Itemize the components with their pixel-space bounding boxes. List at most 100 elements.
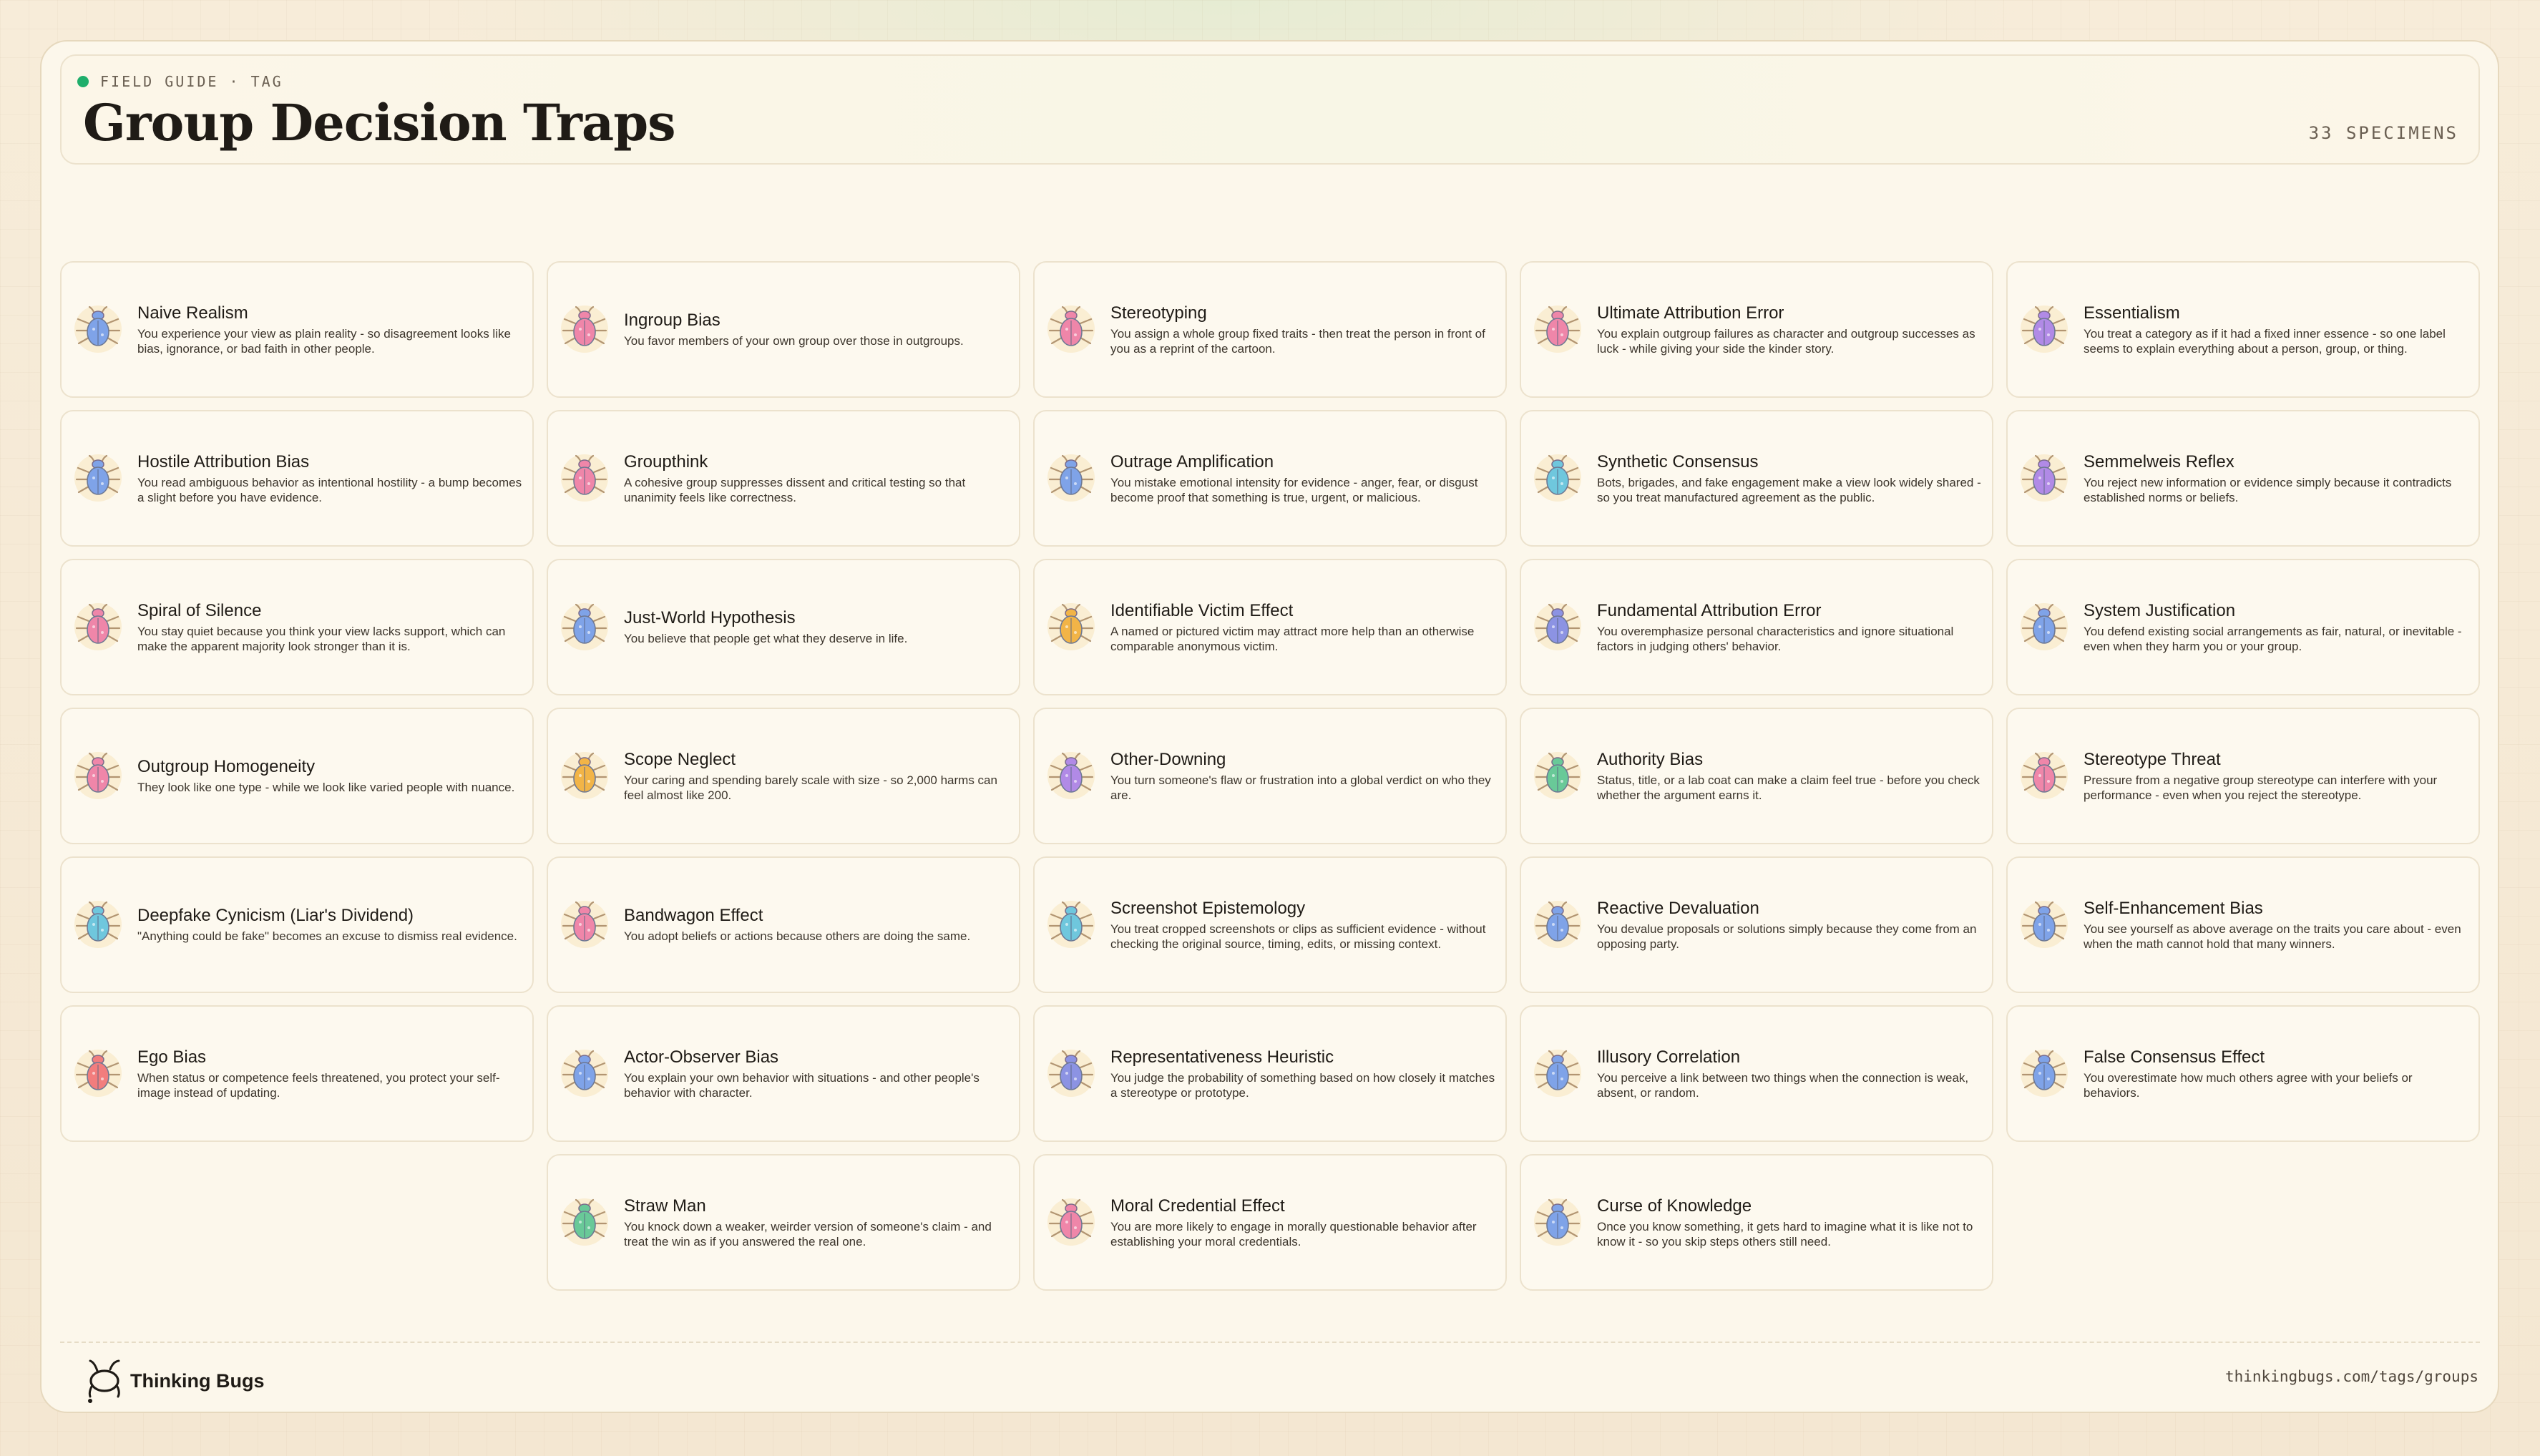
bug-icon	[558, 600, 611, 653]
specimen-card[interactable]: Actor-Observer Bias You explain your own …	[547, 1005, 1020, 1142]
bug-icon	[2018, 302, 2071, 355]
card-title: Stereotype Threat	[2084, 749, 2221, 769]
card-text: Authority Bias Status, title, or a lab co…	[1597, 709, 1983, 843]
bug-icon	[2018, 600, 2071, 653]
card-description: Your caring and spending barely scale wi…	[624, 773, 997, 802]
card-title: Synthetic Consensus	[1597, 451, 1759, 472]
page-url-link[interactable]: thinkingbugs.com/tags/groups	[2225, 1368, 2478, 1385]
card-text: Spiral of Silence You stay quiet because …	[137, 560, 524, 694]
specimen-card[interactable]: Essentialism You treat a category as if i…	[2006, 261, 2480, 398]
card-description: They look like one type - while we look …	[137, 781, 515, 794]
card-title: Ego Bias	[137, 1047, 207, 1067]
bug-icon	[558, 748, 611, 801]
card-text: Self-Enhancement Bias You see yourself as…	[2084, 858, 2470, 992]
bug-icon	[72, 451, 124, 504]
specimen-card[interactable]: Illusory Correlation You perceive a link …	[1520, 1005, 1993, 1142]
brand-logo-link[interactable]: Thinking Bugs	[84, 1358, 264, 1404]
card-description: You read ambiguous behavior as intention…	[137, 475, 522, 504]
bug-icon	[2018, 1046, 2071, 1099]
specimen-card[interactable]: Reactive Devaluation You devalue proposal…	[1520, 856, 1993, 993]
card-grid: Naive Realism You experience your view as…	[0, 0, 2540, 1456]
specimen-card[interactable]: Self-Enhancement Bias You see yourself as…	[2006, 856, 2480, 993]
specimen-card[interactable]: Outgroup Homogeneity They look like one t…	[60, 708, 534, 844]
specimen-card[interactable]: Straw Man You knock down a weaker, weirde…	[547, 1154, 1020, 1291]
specimen-card[interactable]: Moral Credential Effect You are more like…	[1033, 1154, 1507, 1291]
card-title: Actor-Observer Bias	[624, 1047, 779, 1067]
card-title: Screenshot Epistemology	[1110, 898, 1306, 918]
card-description: You favor members of your own group over…	[624, 334, 964, 348]
card-text: Screenshot Epistemology You treat cropped…	[1110, 858, 1497, 992]
card-title: Semmelweis Reflex	[2084, 451, 2234, 472]
bug-icon	[72, 600, 124, 653]
specimen-card[interactable]: Stereotyping You assign a whole group fix…	[1033, 261, 1507, 398]
specimen-card[interactable]: Authority Bias Status, title, or a lab co…	[1520, 708, 1993, 844]
specimen-card[interactable]: Just-World Hypothesis You believe that pe…	[547, 559, 1020, 695]
card-text: Representativeness Heuristic You judge th…	[1110, 1007, 1497, 1140]
specimen-card[interactable]: Screenshot Epistemology You treat cropped…	[1033, 856, 1507, 993]
card-text: Essentialism You treat a category as if i…	[2084, 263, 2470, 396]
card-title: False Consensus Effect	[2084, 1047, 2265, 1067]
specimen-card[interactable]: False Consensus Effect You overestimate h…	[2006, 1005, 2480, 1142]
card-text: Fundamental Attribution Error You overemp…	[1597, 560, 1983, 694]
footer-divider	[60, 1342, 2480, 1343]
specimen-card[interactable]: Outrage Amplification You mistake emotion…	[1033, 410, 1507, 547]
specimen-card[interactable]: Curse of Knowledge Once you know somethin…	[1520, 1154, 1993, 1291]
specimen-card[interactable]: Naive Realism You experience your view as…	[60, 261, 534, 398]
bug-icon	[1045, 1046, 1098, 1099]
card-text: Ego Bias When status or competence feels …	[137, 1007, 524, 1140]
bug-icon	[1045, 897, 1098, 950]
card-title: Illusory Correlation	[1597, 1047, 1741, 1067]
specimen-card[interactable]: Representativeness Heuristic You judge th…	[1033, 1005, 1507, 1142]
card-description: You devalue proposals or solutions simpl…	[1597, 922, 1977, 951]
bug-icon	[72, 748, 124, 801]
bug-icon	[1531, 897, 1584, 950]
card-text: Naive Realism You experience your view as…	[137, 263, 524, 396]
specimen-card[interactable]: Stereotype Threat Pressure from a negativ…	[2006, 708, 2480, 844]
card-text: Identifiable Victim Effect A named or pic…	[1110, 560, 1497, 694]
specimen-card[interactable]: Deepfake Cynicism (Liar's Dividend) "Anyt…	[60, 856, 534, 993]
specimen-card[interactable]: Groupthink A cohesive group suppresses di…	[547, 410, 1020, 547]
card-title: Moral Credential Effect	[1110, 1196, 1285, 1216]
specimen-card[interactable]: Fundamental Attribution Error You overemp…	[1520, 559, 1993, 695]
card-description: You mistake emotional intensity for evid…	[1110, 475, 1478, 504]
card-title: Scope Neglect	[624, 749, 736, 769]
card-title: Spiral of Silence	[137, 600, 262, 620]
card-title: Authority Bias	[1597, 749, 1704, 769]
card-title: Curse of Knowledge	[1597, 1196, 1752, 1216]
card-title: Ultimate Attribution Error	[1597, 303, 1784, 323]
bug-icon	[558, 1195, 611, 1248]
card-text: Other-Downing You turn someone's flaw or …	[1110, 709, 1497, 843]
bug-icon	[1045, 302, 1098, 355]
card-title: Representativeness Heuristic	[1110, 1047, 1334, 1067]
specimen-card[interactable]: Hostile Attribution Bias You read ambiguo…	[60, 410, 534, 547]
bug-icon	[558, 897, 611, 950]
specimen-card[interactable]: Scope Neglect Your caring and spending ba…	[547, 708, 1020, 844]
specimen-card[interactable]: System Justification You defend existing …	[2006, 559, 2480, 695]
card-title: Naive Realism	[137, 303, 248, 323]
specimen-card[interactable]: Bandwagon Effect You adopt beliefs or act…	[547, 856, 1020, 993]
specimen-card[interactable]: Semmelweis Reflex You reject new informat…	[2006, 410, 2480, 547]
card-title: Just-World Hypothesis	[624, 608, 796, 627]
bug-icon	[1045, 451, 1098, 504]
card-description: You overestimate how much others agree w…	[2084, 1070, 2413, 1100]
specimen-card[interactable]: Synthetic Consensus Bots, brigades, and f…	[1520, 410, 1993, 547]
card-title: Groupthink	[624, 451, 708, 472]
card-description: You perceive a link between two things w…	[1597, 1070, 1969, 1100]
card-description: You knock down a weaker, weirder version…	[624, 1219, 992, 1249]
bug-icon	[2018, 897, 2071, 950]
specimen-card[interactable]: Other-Downing You turn someone's flaw or …	[1033, 708, 1507, 844]
specimen-card[interactable]: Ingroup Bias You favor members of your ow…	[547, 261, 1020, 398]
bug-icon	[558, 1046, 611, 1099]
card-description: You experience your view as plain realit…	[137, 326, 511, 356]
bug-icon	[1531, 1195, 1584, 1248]
card-description: You judge the probability of something b…	[1110, 1070, 1495, 1100]
specimen-card[interactable]: Spiral of Silence You stay quiet because …	[60, 559, 534, 695]
card-description: You overemphasize personal characteristi…	[1597, 624, 1954, 653]
card-title: Essentialism	[2084, 303, 2180, 323]
card-title: Outgroup Homogeneity	[137, 757, 316, 776]
card-title: Fundamental Attribution Error	[1597, 600, 1822, 620]
specimen-card[interactable]: Ultimate Attribution Error You explain ou…	[1520, 261, 1993, 398]
card-text: False Consensus Effect You overestimate h…	[2084, 1007, 2470, 1140]
specimen-card[interactable]: Ego Bias When status or competence feels …	[60, 1005, 534, 1142]
specimen-card[interactable]: Identifiable Victim Effect A named or pic…	[1033, 559, 1507, 695]
